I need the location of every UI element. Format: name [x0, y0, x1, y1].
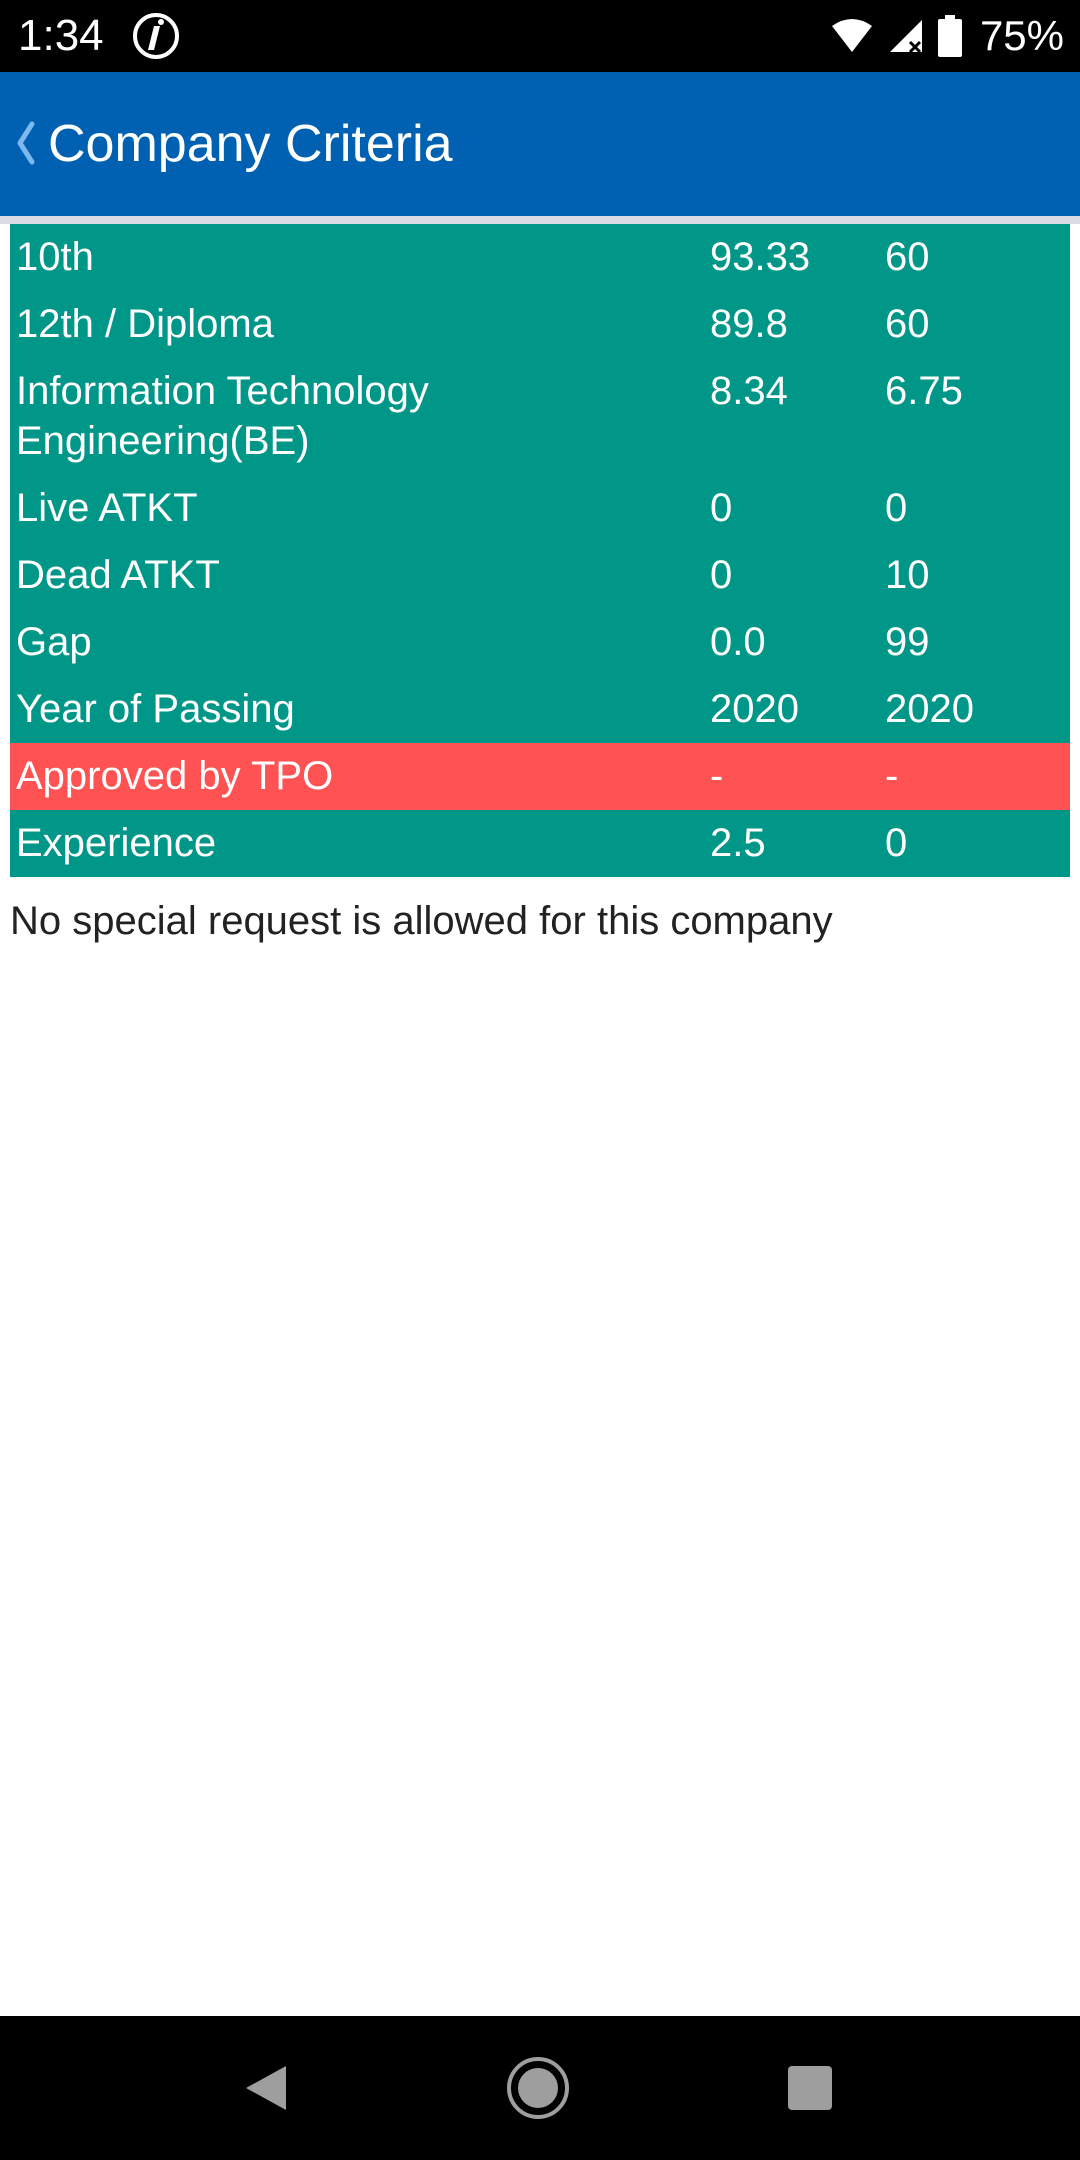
- criteria-required-value: 2020: [885, 687, 974, 731]
- criteria-required-value: 60: [885, 235, 930, 279]
- back-chevron-icon[interactable]: [12, 118, 38, 168]
- app-bar: Company Criteria: [0, 72, 1080, 216]
- criteria-row: Dead ATKT 0 10: [10, 542, 1070, 609]
- criteria-actual-value: 93.33: [710, 235, 811, 279]
- criteria-label: Approved by TPO: [16, 754, 334, 798]
- criteria-actual-value: 2020: [710, 687, 799, 731]
- navigation-bar: [0, 2016, 1080, 2160]
- app-bar-divider: [0, 216, 1080, 224]
- app-notification-icon: [133, 13, 179, 59]
- criteria-table: 10th 93.33 60 12th / Diploma 89.8 60 Informati…: [10, 224, 1070, 877]
- nav-home-icon[interactable]: [506, 2056, 570, 2120]
- criteria-actual-value: 0.0: [710, 620, 766, 664]
- nav-back-icon[interactable]: [236, 2056, 300, 2120]
- criteria-actual-value: 0: [710, 486, 733, 530]
- criteria-row: Approved by TPO - -: [10, 743, 1070, 810]
- criteria-required-value: 99: [885, 620, 930, 664]
- criteria-required-value: 0: [885, 821, 908, 865]
- criteria-actual-value: 0: [710, 553, 733, 597]
- criteria-row: Information Technology Engineering(BE) 8.…: [10, 358, 1070, 475]
- criteria-row: Live ATKT 0 0: [10, 475, 1070, 542]
- special-request-note: No special request is allowed for this c…: [10, 899, 833, 943]
- wifi-icon: [831, 19, 872, 52]
- criteria-label: Experience: [16, 821, 217, 865]
- criteria-row: Year of Passing 2020 2020: [10, 676, 1070, 743]
- criteria-actual-value: 8.34: [710, 369, 788, 413]
- page-title: Company Criteria: [48, 115, 453, 173]
- criteria-label: Dead ATKT: [16, 553, 220, 597]
- criteria-required-value: 10: [885, 553, 930, 597]
- criteria-label: Gap: [16, 620, 92, 664]
- criteria-label: Live ATKT: [16, 486, 198, 530]
- criteria-required-value: -: [885, 754, 899, 798]
- criteria-label: Information Technology Engineering(BE): [16, 369, 429, 463]
- criteria-row: 12th / Diploma 89.8 60: [10, 291, 1070, 358]
- criteria-required-value: 6.75: [885, 369, 963, 413]
- signal-icon: [889, 20, 922, 54]
- criteria-label: 12th / Diploma: [16, 302, 274, 346]
- criteria-required-value: 0: [885, 486, 908, 530]
- criteria-required-value: 60: [885, 302, 930, 346]
- criteria-actual-value: 2.5: [710, 821, 766, 865]
- criteria-label: Year of Passing: [16, 687, 295, 731]
- criteria-row: 10th 93.33 60: [10, 224, 1070, 291]
- criteria-actual-value: 89.8: [710, 302, 788, 346]
- battery-icon: [937, 15, 962, 57]
- nav-recents-icon[interactable]: [778, 2056, 842, 2120]
- criteria-label: 10th: [16, 235, 94, 279]
- status-time: 1:34: [18, 11, 104, 60]
- criteria-row: Experience 2.5 0: [10, 810, 1070, 877]
- battery-percent: 75%: [979, 12, 1064, 59]
- status-indicators: 75%: [830, 0, 1064, 72]
- status-bar: 1:34 75%: [0, 0, 1080, 72]
- criteria-row: Gap 0.0 99: [10, 609, 1070, 676]
- criteria-actual-value: -: [710, 754, 724, 798]
